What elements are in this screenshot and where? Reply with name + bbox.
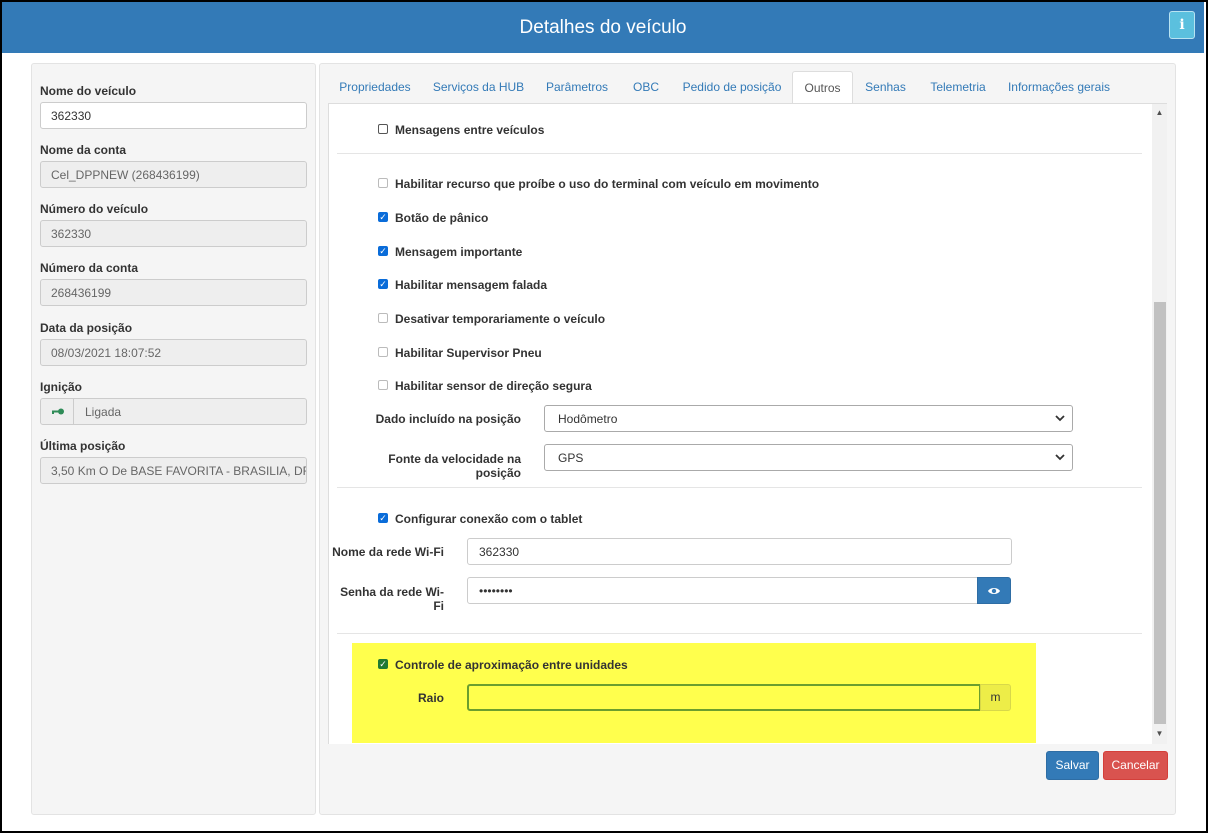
speed-source-value: GPS (558, 451, 584, 465)
messages-between-vehicles-checkbox[interactable] (378, 124, 388, 134)
important-message-label: Mensagem importante (395, 245, 523, 259)
tab-obc[interactable]: OBC (624, 71, 668, 104)
vehicle-number-field: 362330 (40, 220, 307, 247)
proximity-control-checkbox[interactable]: ✓ (378, 659, 388, 669)
messages-between-vehicles-label: Mensagens entre veículos (395, 123, 545, 137)
tire-supervisor-checkbox[interactable] (378, 347, 388, 357)
wifi-name-label: Nome da rede Wi-Fi (332, 545, 444, 559)
radius-unit: m (980, 684, 1011, 711)
position-date-field: 08/03/2021 18:07:52 (40, 339, 307, 366)
scrollbar-thumb[interactable] (1154, 302, 1166, 724)
ignition-value: Ligada (85, 405, 122, 419)
section-divider (337, 633, 1142, 634)
account-number-field: 268436199 (40, 279, 307, 306)
speed-source-label: Fonte da velocidade na posição (388, 452, 521, 480)
dialog-title: Detalhes do veículo (519, 17, 687, 38)
last-position-field: 3,50 Km O De BASE FAVORITA - BRASILIA, D… (40, 457, 307, 484)
scroll-up-arrow-icon[interactable]: ▲ (1152, 106, 1167, 120)
tab-informacoes-gerais[interactable]: Informações gerais (1003, 71, 1115, 104)
tab-parametros[interactable]: Parâmetros (540, 71, 614, 104)
tab-pedido-posicao[interactable]: Pedido de posição (678, 71, 786, 104)
included-data-select[interactable]: Hodômetro (544, 405, 1073, 432)
ignition-label: Ignição (40, 380, 83, 394)
radius-input[interactable] (467, 684, 981, 711)
section-divider (337, 153, 1142, 154)
show-password-button[interactable] (977, 577, 1011, 604)
radius-label: Raio (417, 691, 444, 705)
key-icon (52, 408, 64, 415)
tab-senhas[interactable]: Senhas (858, 71, 913, 104)
spoken-message-label: Habilitar mensagem falada (395, 278, 548, 292)
panic-button-checkbox[interactable]: ✓ (378, 212, 388, 222)
speed-source-select[interactable]: GPS (544, 444, 1073, 471)
info-button[interactable]: i (1169, 11, 1195, 39)
block-terminal-moving-label: Habilitar recurso que proíbe o uso do te… (395, 177, 820, 191)
temp-disable-checkbox[interactable] (378, 313, 388, 323)
tire-supervisor-label: Habilitar Supervisor Pneu (395, 346, 542, 360)
wifi-password-input[interactable]: •••••••• (467, 577, 978, 604)
safe-driving-sensor-checkbox[interactable] (378, 380, 388, 390)
vehicle-name-label: Nome do veículo (40, 84, 137, 98)
last-position-label: Última posição (40, 439, 126, 453)
included-data-label: Dado incluído na posição (375, 412, 521, 426)
account-name-label: Nome da conta (40, 143, 127, 157)
ignition-field: Ligada (40, 398, 307, 425)
dialog-header: Detalhes do veículo (2, 2, 1204, 53)
important-message-checkbox[interactable]: ✓ (378, 246, 388, 256)
section-divider (337, 487, 1142, 488)
included-data-value: Hodômetro (558, 412, 618, 426)
tab-telemetria[interactable]: Telemetria (924, 71, 992, 104)
cancel-button[interactable]: Cancelar (1103, 751, 1168, 780)
configure-tablet-checkbox[interactable]: ✓ (378, 513, 388, 523)
tab-propriedades[interactable]: Propriedades (333, 71, 417, 104)
spoken-message-checkbox[interactable]: ✓ (378, 279, 388, 289)
ignition-addon (41, 399, 74, 424)
save-button[interactable]: Salvar (1046, 751, 1099, 780)
account-number-label: Número da conta (40, 261, 139, 275)
position-date-label: Data da posição (40, 321, 133, 335)
chevron-down-icon (1055, 454, 1065, 461)
proximity-control-label: Controle de aproximação entre unidades (395, 658, 628, 672)
configure-tablet-label: Configurar conexão com o tablet (395, 512, 583, 526)
account-name-field: Cel_DPPNEW (268436199) (40, 161, 307, 188)
scroll-down-arrow-icon[interactable]: ▼ (1152, 727, 1167, 741)
temp-disable-label: Desativar temporariamente o veículo (395, 312, 606, 326)
panic-button-label: Botão de pânico (395, 211, 489, 225)
block-terminal-moving-checkbox[interactable] (378, 178, 388, 188)
wifi-name-input[interactable]: 362330 (467, 538, 1012, 565)
safe-driving-sensor-label: Habilitar sensor de direção segura (395, 379, 592, 393)
wifi-password-label: Senha da rede Wi-Fi (340, 585, 444, 613)
chevron-down-icon (1055, 415, 1065, 422)
tab-servicos-hub[interactable]: Serviços da HUB (428, 71, 529, 104)
vehicle-number-label: Número do veículo (40, 202, 149, 216)
vehicle-name-input[interactable]: 362330 (40, 102, 307, 129)
tab-outros[interactable]: Outros (792, 71, 853, 104)
info-icon: i (1179, 17, 1185, 33)
eye-icon (988, 588, 1000, 594)
